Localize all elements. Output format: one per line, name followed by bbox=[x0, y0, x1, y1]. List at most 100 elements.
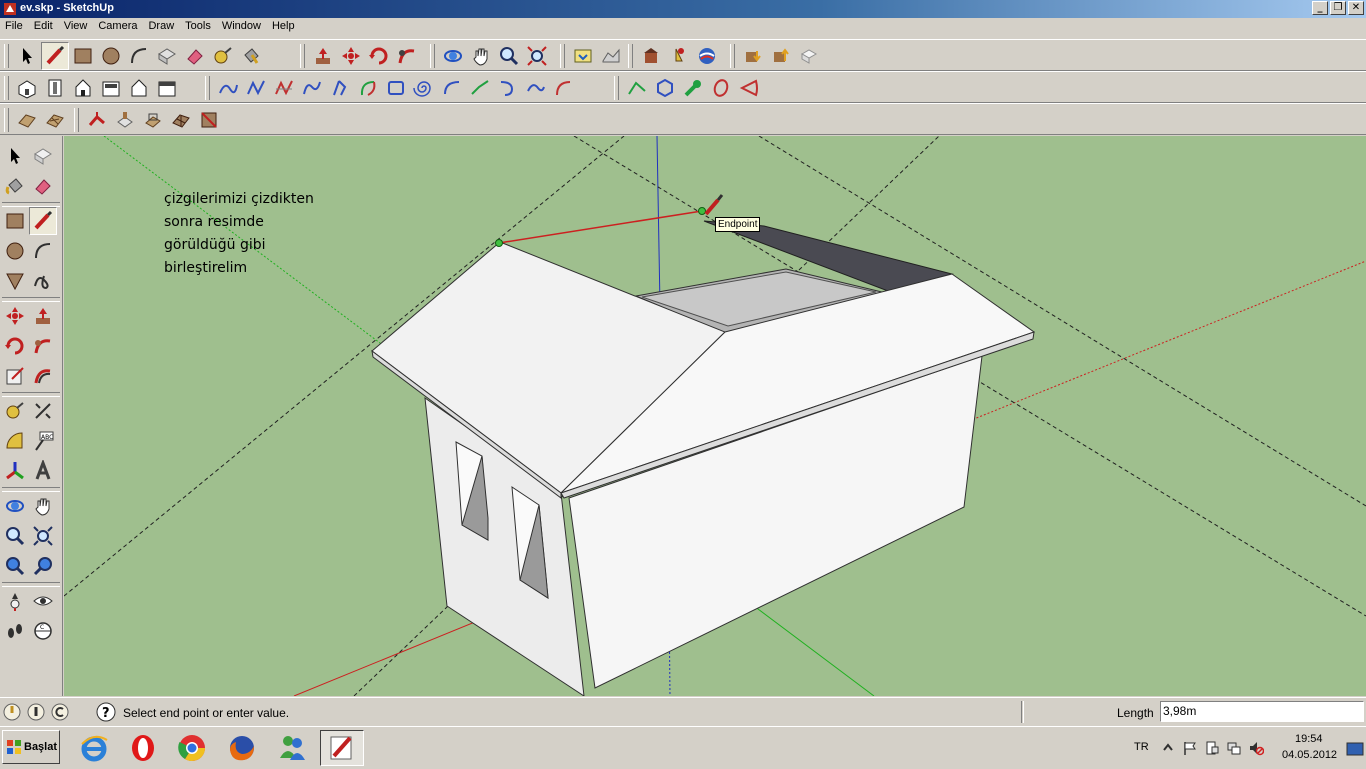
internet-explorer-icon[interactable] bbox=[72, 730, 116, 766]
rotate-tool-icon[interactable] bbox=[365, 42, 393, 70]
menu-file[interactable]: File bbox=[0, 18, 29, 38]
menu-tools[interactable]: Tools bbox=[180, 18, 217, 38]
messenger-icon[interactable] bbox=[270, 730, 314, 766]
safely-remove-icon[interactable] bbox=[1204, 740, 1220, 756]
flip-edge-icon[interactable] bbox=[195, 106, 223, 134]
move-tool-icon-v[interactable] bbox=[1, 302, 29, 330]
network-icon[interactable] bbox=[1226, 740, 1242, 756]
zoom-extents-icon[interactable] bbox=[523, 42, 551, 70]
3d-text-icon-v[interactable] bbox=[29, 457, 57, 485]
get-current-view-icon[interactable] bbox=[569, 42, 597, 70]
toggle-terrain-icon[interactable] bbox=[597, 42, 625, 70]
previous-view-icon-v[interactable] bbox=[1, 552, 29, 580]
walk-footprints-icon-v[interactable] bbox=[1, 617, 29, 645]
make-component-icon-v[interactable] bbox=[29, 142, 57, 170]
orbit-icon-v[interactable] bbox=[1, 492, 29, 520]
line-tool-icon-v[interactable] bbox=[29, 207, 57, 235]
curve-tool-icon-4[interactable] bbox=[298, 74, 326, 102]
action-center-flag-icon[interactable] bbox=[1182, 740, 1198, 756]
measurements-input[interactable]: 3,98m bbox=[1160, 701, 1364, 722]
eraser-tool-icon-v[interactable] bbox=[29, 172, 57, 200]
scale-tool-icon-v[interactable] bbox=[1, 362, 29, 390]
pie-icon[interactable] bbox=[735, 74, 763, 102]
place-model-icon[interactable] bbox=[665, 42, 693, 70]
menu-window[interactable]: Window bbox=[217, 18, 267, 38]
circle-tool-icon[interactable] bbox=[97, 42, 125, 70]
select-tool-icon-v[interactable] bbox=[1, 142, 29, 170]
follow-me-icon[interactable] bbox=[393, 42, 421, 70]
iso-view-icon[interactable] bbox=[13, 74, 41, 102]
share-component-icon[interactable] bbox=[795, 42, 823, 70]
freehand-tool-icon-v[interactable] bbox=[29, 267, 57, 295]
smoove-icon[interactable] bbox=[83, 106, 111, 134]
right-view-icon[interactable] bbox=[97, 74, 125, 102]
spiral-icon[interactable] bbox=[410, 74, 438, 102]
language-indicator[interactable]: TR bbox=[1134, 741, 1149, 753]
get-models-icon[interactable] bbox=[739, 42, 767, 70]
minimize-button[interactable]: _ bbox=[1312, 1, 1328, 15]
drawing-viewport[interactable]: çizgilerimizi çizdikten sonra resimde gö… bbox=[64, 136, 1366, 696]
clock-time[interactable]: 19:54 bbox=[1295, 733, 1323, 745]
ellipse-icon[interactable] bbox=[707, 74, 735, 102]
look-around-eye-icon-v[interactable] bbox=[29, 587, 57, 615]
restore-button[interactable]: ❐ bbox=[1330, 1, 1346, 15]
sandbox-contours-icon[interactable] bbox=[13, 106, 41, 134]
polygon-rect-icon[interactable] bbox=[382, 74, 410, 102]
curve-tool-icon-3[interactable] bbox=[270, 74, 298, 102]
circle-tool-icon-v[interactable] bbox=[1, 237, 29, 265]
arc-tool-icon[interactable] bbox=[125, 42, 153, 70]
polygon-icon[interactable] bbox=[651, 74, 679, 102]
zoom-icon[interactable] bbox=[495, 42, 523, 70]
copyright-icon[interactable] bbox=[50, 702, 70, 722]
add-detail-icon[interactable] bbox=[167, 106, 195, 134]
pan-hand-icon-v[interactable] bbox=[29, 492, 57, 520]
arc-tool-icon-v[interactable] bbox=[29, 237, 57, 265]
zoom-icon-v[interactable] bbox=[1, 522, 29, 550]
zoom-window-icon-v[interactable] bbox=[29, 522, 57, 550]
paint-bucket-icon-v[interactable] bbox=[1, 172, 29, 200]
rectangle-tool-icon-v[interactable] bbox=[1, 207, 29, 235]
move-tool-icon[interactable] bbox=[337, 42, 365, 70]
protractor-tool-icon-v[interactable] bbox=[1, 427, 29, 455]
front-view-icon[interactable] bbox=[69, 74, 97, 102]
volume-muted-icon[interactable] bbox=[1248, 740, 1264, 756]
top-view-icon[interactable] bbox=[41, 74, 69, 102]
show-desktop-icon[interactable] bbox=[1346, 742, 1364, 756]
drape-icon[interactable] bbox=[139, 106, 167, 134]
arc-tool-icon-2[interactable] bbox=[438, 74, 466, 102]
push-pull-icon-v[interactable] bbox=[29, 302, 57, 330]
help-icon[interactable]: ? bbox=[96, 702, 116, 722]
start-button[interactable]: Başlat bbox=[2, 730, 60, 764]
text-tool-icon-v[interactable]: ABC bbox=[29, 427, 57, 455]
line-tool-icon[interactable] bbox=[41, 42, 69, 70]
share-model-icon[interactable] bbox=[767, 42, 795, 70]
rotate-tool-icon-v[interactable] bbox=[1, 332, 29, 360]
stamp-icon[interactable] bbox=[111, 106, 139, 134]
chrome-icon[interactable] bbox=[170, 730, 214, 766]
left-view-icon[interactable] bbox=[153, 74, 181, 102]
curve-tool-icon-6[interactable] bbox=[354, 74, 382, 102]
position-camera-icon-v[interactable] bbox=[1, 587, 29, 615]
firefox-icon[interactable] bbox=[220, 730, 264, 766]
polygon-tool-icon-v[interactable] bbox=[1, 267, 29, 295]
menu-edit[interactable]: Edit bbox=[29, 18, 59, 38]
wrench-icon[interactable] bbox=[679, 74, 707, 102]
clock-date[interactable]: 04.05.2012 bbox=[1282, 749, 1337, 761]
back-view-icon[interactable] bbox=[125, 74, 153, 102]
curve-tool-icon-7[interactable] bbox=[466, 74, 494, 102]
curve-tool-icon-11[interactable] bbox=[623, 74, 651, 102]
tape-measure-icon-v[interactable] bbox=[1, 397, 29, 425]
dimension-tool-icon-v[interactable] bbox=[29, 397, 57, 425]
menu-camera[interactable]: Camera bbox=[93, 18, 143, 38]
add-location-icon[interactable] bbox=[637, 42, 665, 70]
opera-icon[interactable] bbox=[121, 730, 165, 766]
curve-tool-icon-5[interactable] bbox=[326, 74, 354, 102]
follow-me-icon-v[interactable] bbox=[29, 332, 57, 360]
paint-bucket-icon[interactable] bbox=[237, 42, 265, 70]
curve-tool-icon-9[interactable] bbox=[522, 74, 550, 102]
curve-tool-icon-1[interactable] bbox=[214, 74, 242, 102]
sketchup-taskbar-icon[interactable] bbox=[320, 730, 364, 766]
curve-tool-icon-2[interactable] bbox=[242, 74, 270, 102]
curve-tool-icon-8[interactable] bbox=[494, 74, 522, 102]
axes-tool-icon-v[interactable] bbox=[1, 457, 29, 485]
